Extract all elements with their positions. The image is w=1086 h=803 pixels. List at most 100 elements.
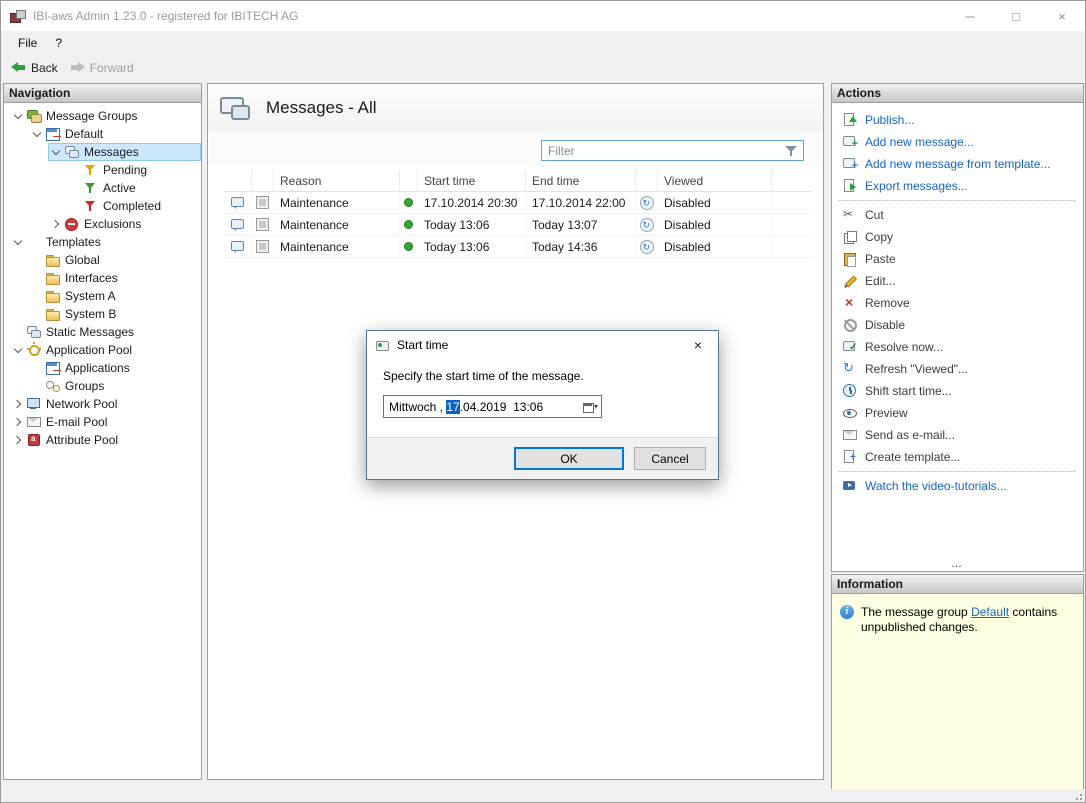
tree-chevron-icon[interactable] (14, 110, 22, 118)
minimize-button[interactable]: ─ (947, 1, 993, 31)
action-label: Watch the video-tutorials... (865, 479, 1007, 493)
action-label: Cut (865, 208, 884, 222)
tree-chevron-icon[interactable] (13, 418, 21, 426)
datetime-dropdown-button[interactable]: ▾ (580, 396, 601, 417)
tree-chevron-icon[interactable] (14, 236, 22, 244)
tree-item-icon (26, 396, 42, 412)
row-checkbox[interactable] (256, 218, 269, 231)
datetime-monthyear-segment[interactable]: .04.2019 (460, 400, 507, 414)
tree-item-groups[interactable]: Groups (29, 377, 201, 395)
message-bubble-icon (230, 217, 246, 233)
action-publish[interactable]: Publish... (832, 109, 1083, 131)
menu-item[interactable]: ? (46, 34, 71, 52)
cancel-button[interactable]: Cancel (634, 447, 706, 470)
action-refresh-viewed[interactable]: Refresh "Viewed"... (832, 358, 1083, 380)
resize-grip[interactable] (1072, 790, 1082, 800)
action-label: Edit... (865, 274, 896, 288)
datetime-input[interactable]: Mittwoch , 17 .04.2019 13:06 ▾ (383, 395, 602, 418)
filter-funnel-icon[interactable] (784, 143, 799, 158)
tree-chevron-icon[interactable] (52, 146, 60, 154)
tree-chevron-icon[interactable] (33, 128, 41, 136)
tree-chevron-icon[interactable] (14, 344, 22, 352)
action-icon (842, 339, 858, 355)
tree-item-templates[interactable]: Templates (10, 233, 201, 251)
action-cut[interactable]: Cut (832, 204, 1083, 226)
tree-item-applications[interactable]: Applications (29, 359, 201, 377)
dialog-close-button[interactable]: × (678, 331, 718, 359)
action-create-template[interactable]: Create template... (832, 446, 1083, 468)
close-button[interactable]: × (1039, 1, 1085, 31)
col-status[interactable] (400, 170, 418, 191)
toolbar: Back Forward (1, 54, 1085, 81)
tree-item-label: Groups (65, 379, 104, 393)
datetime-time-segment[interactable]: 13:06 (513, 400, 543, 414)
action-shift-start-time[interactable]: Shift start time... (832, 380, 1083, 402)
tree-chevron-icon[interactable] (13, 400, 21, 408)
tree-item-messages[interactable]: Messages (48, 143, 201, 161)
default-group-link[interactable]: Default (971, 605, 1009, 619)
tree-item-default[interactable]: Default (29, 125, 201, 143)
action-icon (842, 156, 858, 172)
tree-chevron-icon[interactable] (51, 220, 59, 228)
tree-item-message-groups[interactable]: Message Groups (10, 107, 201, 125)
action-copy[interactable]: Copy (832, 226, 1083, 248)
action-resolve-now[interactable]: Resolve now... (832, 336, 1083, 358)
forward-button[interactable]: Forward (66, 58, 142, 78)
tree-item-global[interactable]: Global (29, 251, 201, 269)
tree-item-exclusions[interactable]: Exclusions (48, 215, 201, 233)
info-header: Information (832, 575, 1083, 594)
col-viewed-icon[interactable] (636, 170, 658, 191)
table-row[interactable]: Maintenance 17.10.2014 20:30 17.10.2014 … (224, 192, 812, 214)
filter-input[interactable] (542, 144, 784, 158)
col-start-time[interactable]: Start time (418, 170, 526, 191)
info-text: The message group Default contains unpub… (861, 605, 1075, 790)
tree-item-interfaces[interactable]: Interfaces (29, 269, 201, 287)
datetime-weekday-segment[interactable]: Mittwoch (389, 400, 436, 414)
table-row[interactable]: Maintenance Today 13:06 Today 13:07 Disa… (224, 214, 812, 236)
action-add-new-message[interactable]: Add new message... (832, 131, 1083, 153)
tree-item-icon (26, 432, 42, 448)
action-add-new-message-from-template[interactable]: Add new message from template... (832, 153, 1083, 175)
col-checkbox[interactable] (252, 170, 274, 191)
tree-item-attribute-pool[interactable]: Attribute Pool (10, 431, 201, 449)
tree-item-email-pool[interactable]: E-mail Pool (10, 413, 201, 431)
actions-separator (839, 200, 1076, 201)
action-icon (842, 317, 858, 333)
tree-item-application-pool[interactable]: Application Pool (10, 341, 201, 359)
maximize-button[interactable]: □ (993, 1, 1039, 31)
actions-panel: Actions Publish... Add new message... Ad… (831, 83, 1084, 572)
action-label: Disable (865, 318, 905, 332)
col-viewed[interactable]: Viewed (658, 170, 772, 191)
tree-item-system-b[interactable]: System B (29, 305, 201, 323)
action-paste[interactable]: Paste (832, 248, 1083, 270)
tree-item-static-messages[interactable]: Static Messages (10, 323, 201, 341)
tree-chevron-icon[interactable] (13, 436, 21, 444)
row-end-time: Today 14:36 (526, 236, 636, 257)
col-end-time[interactable]: End time (526, 170, 636, 191)
action-preview[interactable]: Preview (832, 402, 1083, 424)
ok-button[interactable]: OK (514, 447, 624, 470)
action-export-messages[interactable]: Export messages... (832, 175, 1083, 197)
row-checkbox[interactable] (256, 240, 269, 253)
action-remove[interactable]: Remove (832, 292, 1083, 314)
row-checkbox[interactable] (256, 196, 269, 209)
actions-overflow-indicator[interactable]: … (832, 557, 1083, 571)
action-disable[interactable]: Disable (832, 314, 1083, 336)
back-button[interactable]: Back (7, 58, 66, 78)
action-watch-video-tutorials[interactable]: Watch the video-tutorials... (832, 475, 1083, 497)
col-reason[interactable]: Reason (274, 170, 400, 191)
tree-item-active[interactable]: Active (67, 179, 201, 197)
action-label: Remove (865, 296, 910, 310)
action-send-as-email[interactable]: Send as e-mail... (832, 424, 1083, 446)
action-label: Add new message from template... (865, 157, 1050, 171)
tree-item-system-a[interactable]: System A (29, 287, 201, 305)
menu-item[interactable]: File (9, 34, 46, 52)
tree-item-pending[interactable]: Pending (67, 161, 201, 179)
action-edit[interactable]: Edit... (832, 270, 1083, 292)
datetime-day-segment-selected[interactable]: 17 (446, 400, 459, 414)
tree-item-label: Templates (46, 235, 101, 249)
col-message-icon[interactable] (224, 170, 252, 191)
tree-item-network-pool[interactable]: Network Pool (10, 395, 201, 413)
tree-item-completed[interactable]: Completed (67, 197, 201, 215)
table-row[interactable]: Maintenance Today 13:06 Today 14:36 Disa… (224, 236, 812, 258)
